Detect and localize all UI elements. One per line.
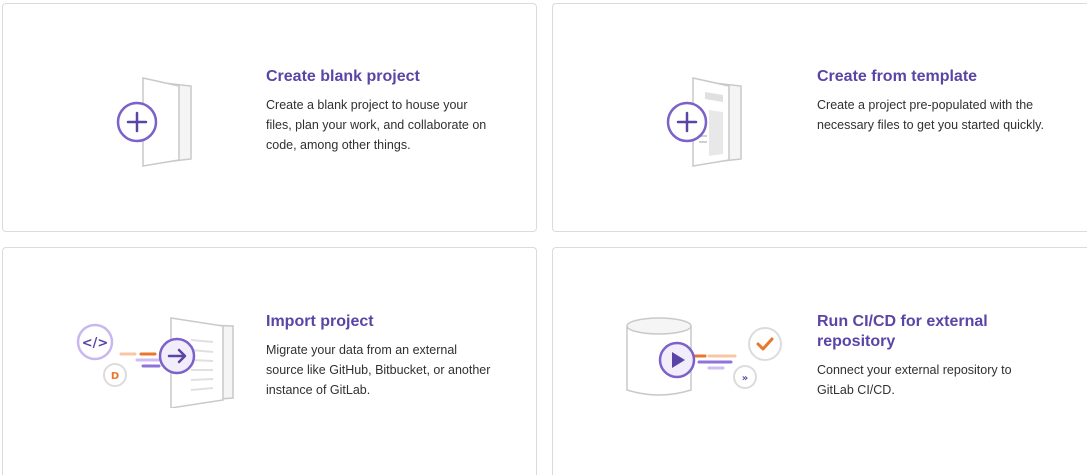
run-cicd-external-card[interactable]: » Run CI/CD for external repository Conn… bbox=[552, 247, 1087, 475]
create-from-template-card[interactable]: Create from template Create a project pr… bbox=[552, 3, 1087, 232]
svg-text:»: » bbox=[742, 373, 748, 384]
import-project-card[interactable]: </> D Import project Migrate your data f… bbox=[2, 247, 537, 475]
card-title[interactable]: Create blank project bbox=[266, 67, 496, 87]
create-blank-project-card[interactable]: Create blank project Create a blank proj… bbox=[2, 3, 537, 232]
svg-text:D: D bbox=[111, 371, 119, 382]
card-title[interactable]: Import project bbox=[266, 312, 496, 332]
cicd-external-icon: » bbox=[613, 298, 793, 408]
card-description: Connect your external repository to GitL… bbox=[817, 363, 1012, 397]
card-title[interactable]: Create from template bbox=[817, 67, 1047, 87]
card-description: Migrate your data from an external sourc… bbox=[266, 343, 491, 397]
blank-project-icon bbox=[63, 66, 243, 176]
card-description: Create a blank project to house your fil… bbox=[266, 98, 487, 152]
new-project-options: Create blank project Create a blank proj… bbox=[0, 0, 1087, 475]
card-title[interactable]: Run CI/CD for external repository bbox=[817, 312, 1047, 352]
card-description: Create a project pre-populated with the … bbox=[817, 98, 1044, 132]
import-project-icon: </> D bbox=[63, 298, 243, 408]
template-project-icon bbox=[613, 66, 793, 176]
svg-text:</>: </> bbox=[82, 336, 109, 351]
